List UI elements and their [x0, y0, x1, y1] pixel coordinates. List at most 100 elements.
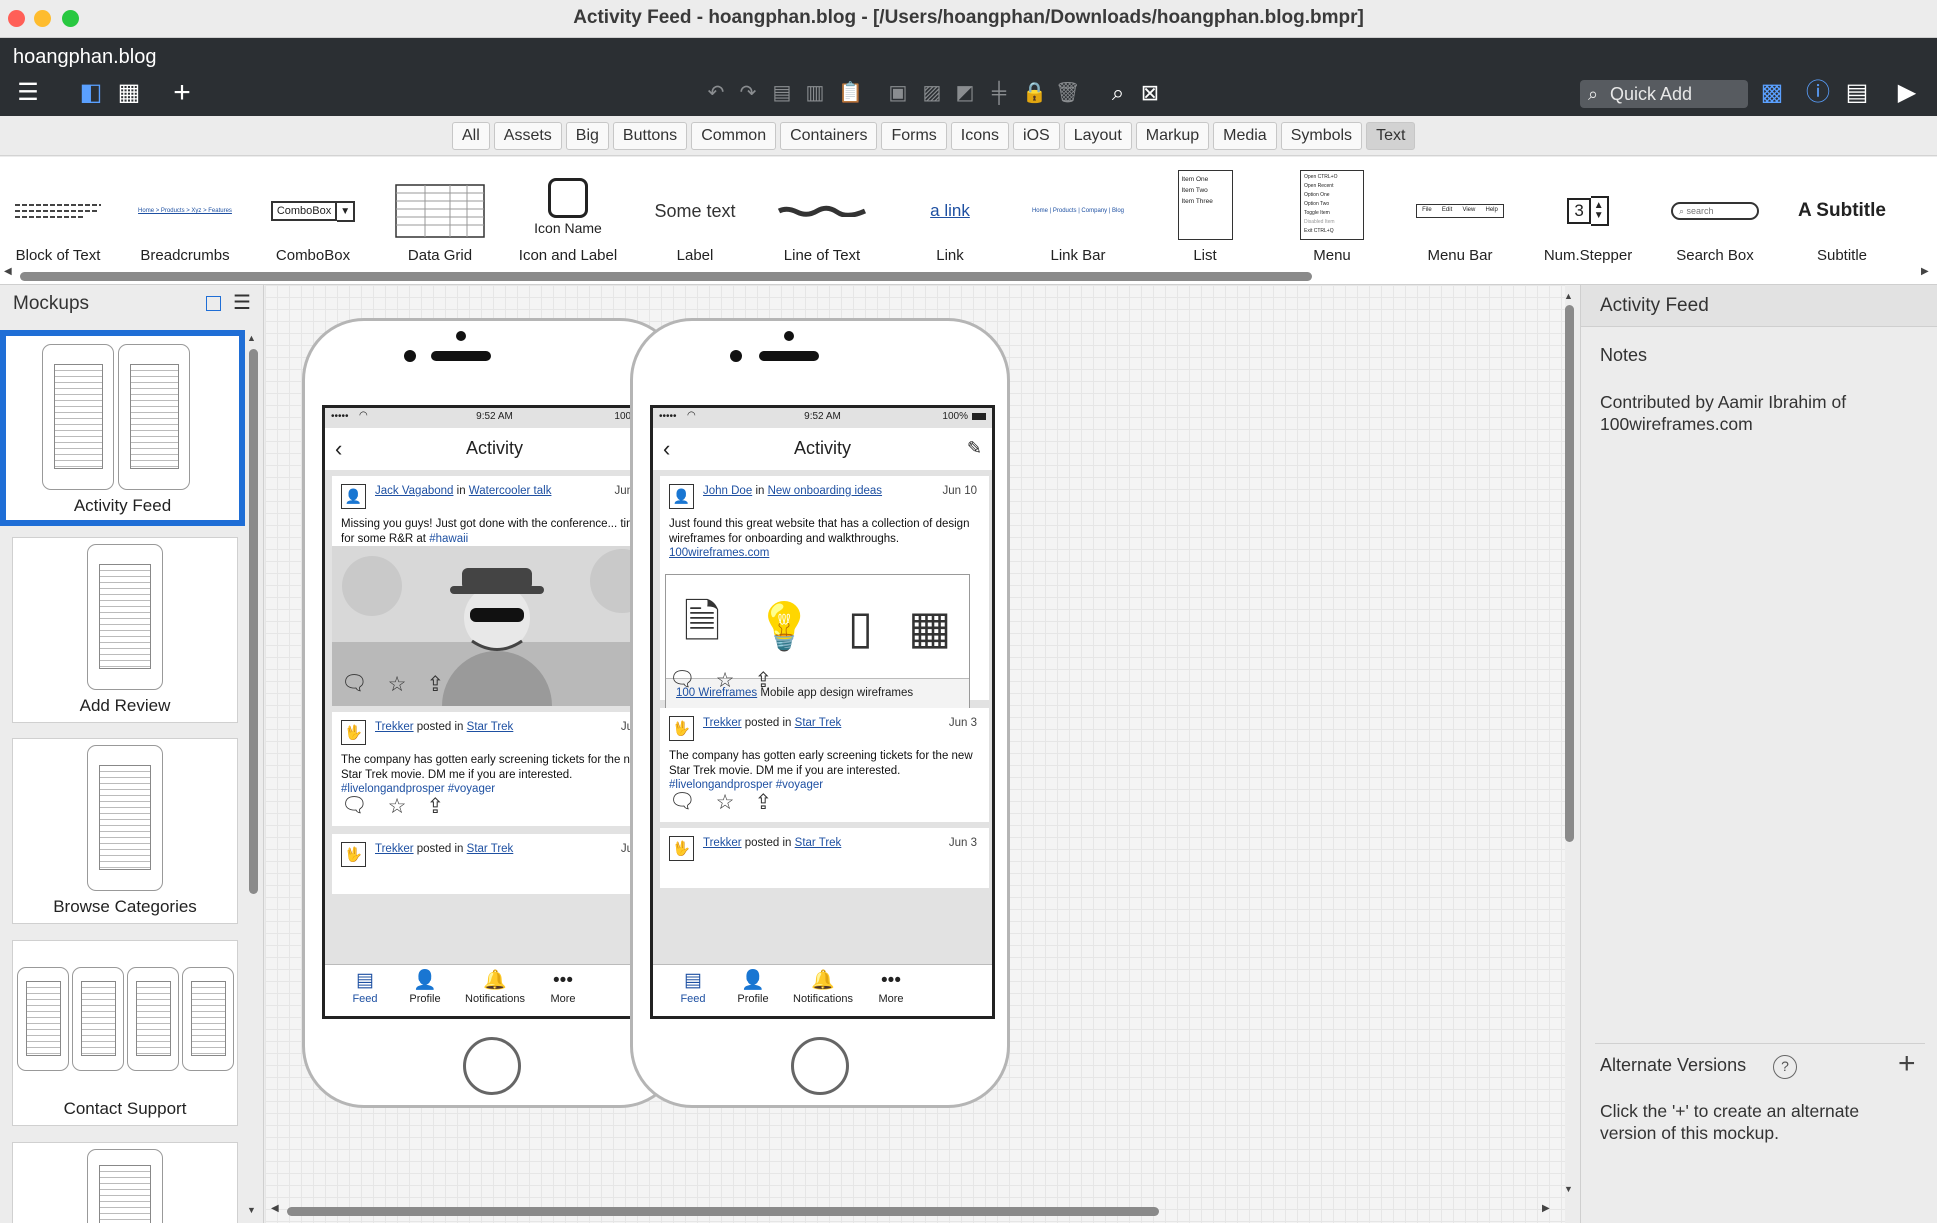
library-item-block-of-text[interactable]: Block of Text: [0, 157, 121, 275]
grid-view-icon[interactable]: ▦: [116, 78, 142, 108]
quick-add-input[interactable]: ⌕ Quick Add: [1580, 80, 1748, 108]
mockup-add-review[interactable]: Add Review: [12, 537, 238, 723]
share-icon[interactable]: ⇪: [755, 790, 773, 815]
library-item-list[interactable]: Item One Item Two Item Three List: [1142, 157, 1268, 275]
library-item-combobox[interactable]: ComboBox ▼ ComboBox: [250, 157, 376, 275]
star-icon[interactable]: ☆: [716, 790, 735, 815]
comment-icon[interactable]: 🗨: [341, 672, 368, 697]
arrange-icon[interactable]: ◩: [953, 78, 977, 108]
feed-post[interactable]: 🖖Trekker posted in Star TrekJun 3: [332, 834, 661, 894]
redo-icon[interactable]: ↷: [735, 78, 761, 108]
sidebar-scroll-down-icon[interactable]: ▼: [247, 1205, 256, 1215]
group-icon[interactable]: ▣: [886, 78, 910, 108]
single-view-icon[interactable]: ◧: [78, 78, 104, 108]
align-icon[interactable]: ╪: [987, 78, 1011, 108]
filter-tab-common[interactable]: Common: [691, 122, 777, 150]
ungroup-icon[interactable]: ▨: [920, 78, 944, 108]
list-view-icon[interactable]: ☰: [233, 290, 251, 315]
hamburger-menu-icon[interactable]: ☰: [13, 78, 43, 108]
properties-panel-icon[interactable]: ▤: [1842, 78, 1872, 108]
mockup-canvas[interactable]: ◀ ▶ •••••◠9:52 AM100%‹Activity✎👤Jack Vag…: [265, 285, 1565, 1223]
library-item-subtitle[interactable]: A Subtitle Subtitle: [1779, 157, 1905, 275]
canvas-vertical-scrollbar[interactable]: [1565, 305, 1574, 842]
filter-tab-layout[interactable]: Layout: [1063, 122, 1132, 150]
filter-tab-markup[interactable]: Markup: [1135, 122, 1210, 150]
mockup-contact-support[interactable]: Contact Support: [12, 940, 238, 1126]
vulcan-hand-avatar-icon[interactable]: 🖖: [669, 836, 694, 861]
post-author-link[interactable]: Jack Vagabond: [375, 485, 453, 497]
paste-icon[interactable]: 📋: [838, 78, 863, 108]
help-icon[interactable]: ?: [1773, 1055, 1797, 1079]
add-mockup-icon[interactable]: +: [168, 78, 196, 108]
library-scroll-left-icon[interactable]: ◀: [4, 266, 12, 277]
post-group-link[interactable]: Watercooler talk: [469, 485, 552, 497]
post-group-link[interactable]: Star Trek: [467, 721, 514, 733]
feed-post[interactable]: 🖖Trekker posted in Star TrekJun 3: [660, 828, 989, 888]
user-avatar-icon[interactable]: 👤: [341, 484, 366, 509]
sidebar-scroll-up-icon[interactable]: ▲: [247, 333, 256, 343]
minimize-window-button[interactable]: [34, 10, 51, 27]
post-author-link[interactable]: Trekker: [703, 837, 742, 849]
library-item-link-bar[interactable]: Home | Products | Company | Blog Link Ba…: [1015, 157, 1141, 275]
feed-post[interactable]: 🖖Trekker posted in Star TrekJun 3The com…: [660, 708, 989, 822]
share-icon[interactable]: ⇪: [427, 672, 445, 697]
sidebar-scrollbar[interactable]: [249, 349, 258, 894]
filter-tab-ios[interactable]: iOS: [1013, 122, 1060, 150]
mockup-activity-feed[interactable]: Activity Feed: [0, 330, 245, 526]
post-hashtags[interactable]: #hawaii: [429, 533, 468, 545]
post-author-link[interactable]: Trekker: [375, 843, 414, 855]
filter-tab-all[interactable]: All: [452, 122, 490, 150]
zoom-window-button[interactable]: [62, 10, 79, 27]
feed-post[interactable]: 👤 John Doe in New onboarding ideas Jun 10 J…: [660, 476, 989, 710]
filter-tab-text[interactable]: Text: [1366, 122, 1416, 150]
canvas-scroll-down-icon[interactable]: ▼: [1564, 1184, 1573, 1194]
post-group-link[interactable]: Star Trek: [795, 717, 842, 729]
library-item-breadcrumbs[interactable]: Home > Products > Xyz > Features Breadcr…: [122, 157, 248, 275]
mockup-title-field[interactable]: Activity Feed: [1581, 285, 1937, 327]
tab-profile[interactable]: 👤 Profile: [385, 969, 465, 1005]
star-icon[interactable]: ☆: [388, 672, 407, 697]
post-group-link[interactable]: Star Trek: [795, 837, 842, 849]
share-icon[interactable]: ⇪: [427, 794, 445, 819]
feed-post[interactable]: 👤Jack Vagabond in Watercooler talkJun 10…: [332, 476, 661, 706]
vulcan-hand-avatar-icon[interactable]: 🖖: [669, 716, 694, 741]
notes-text[interactable]: Contributed by Aamir Ibrahim of 100wiref…: [1600, 391, 1920, 435]
library-item-link[interactable]: a link Link: [887, 157, 1013, 275]
filter-tab-assets[interactable]: Assets: [493, 122, 562, 150]
mockup-next[interactable]: [12, 1142, 238, 1223]
home-button[interactable]: [791, 1037, 849, 1095]
post-author-link[interactable]: John Doe: [703, 485, 752, 497]
vulcan-hand-avatar-icon[interactable]: 🖖: [341, 720, 366, 745]
filter-tab-icons[interactable]: Icons: [950, 122, 1010, 150]
add-alternate-version-button[interactable]: +: [1898, 1047, 1916, 1081]
tab-more[interactable]: ••• More: [851, 969, 931, 1005]
copy-icon[interactable]: ▤: [770, 78, 794, 108]
star-icon[interactable]: ☆: [388, 794, 407, 819]
comment-icon[interactable]: 🗨: [669, 668, 696, 693]
library-item-menu[interactable]: Open CTRL+O Open Recent Option One Optio…: [1269, 157, 1395, 275]
close-window-button[interactable]: [8, 10, 25, 27]
feed-post[interactable]: 🖖Trekker posted in Star TrekJun 3The com…: [332, 712, 661, 826]
ui-library-icon[interactable]: ▩: [1757, 78, 1787, 108]
post-group-link[interactable]: New onboarding ideas: [768, 485, 882, 497]
post-author-link[interactable]: Trekker: [375, 721, 414, 733]
library-item-data-grid[interactable]: Data Grid: [377, 157, 503, 275]
star-icon[interactable]: ☆: [716, 668, 735, 693]
present-icon[interactable]: ▶: [1892, 78, 1922, 108]
post-author-link[interactable]: Trekker: [703, 717, 742, 729]
thumbnail-view-icon[interactable]: [206, 296, 221, 311]
library-item-line-of-text[interactable]: Line of Text: [759, 157, 885, 275]
comment-icon[interactable]: 🗨: [669, 790, 696, 815]
canvas-scroll-up-icon[interactable]: ▲: [1564, 291, 1573, 301]
library-item-label-component[interactable]: Some text Label: [632, 157, 758, 275]
home-button[interactable]: [463, 1037, 521, 1095]
info-icon[interactable]: ⓘ: [1803, 78, 1833, 108]
canvas-scroll-right-icon[interactable]: ▶: [1542, 1203, 1550, 1214]
tab-profile[interactable]: 👤 Profile: [713, 969, 793, 1005]
find-icon[interactable]: ⌕: [1105, 78, 1131, 108]
post-link[interactable]: 100wireframes.com: [669, 547, 769, 559]
library-scrollbar[interactable]: [20, 272, 1312, 281]
filter-tab-media[interactable]: Media: [1213, 122, 1277, 150]
library-item-search-box[interactable]: ⌕ search Search Box: [1652, 157, 1778, 275]
compose-icon[interactable]: ✎: [967, 438, 982, 459]
